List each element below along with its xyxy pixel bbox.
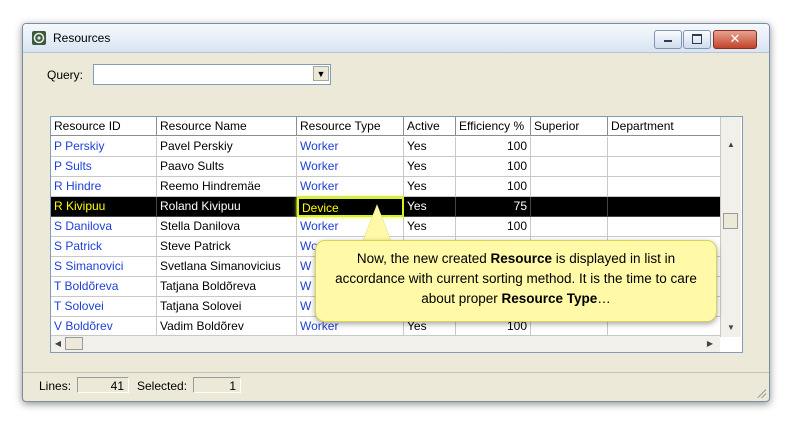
cell-efficiency[interactable]: 75 <box>456 197 531 217</box>
resources-window: Resources ✕ Query: ▼ Resource ID Resource… <box>22 23 770 402</box>
lines-count: 41 <box>77 377 129 393</box>
close-icon: ✕ <box>729 32 741 47</box>
table-row[interactable]: R Hindre Reemo Hindremäe Worker Yes 100 <box>51 177 721 197</box>
cell-resource-name[interactable]: Steve Patrick <box>157 237 297 257</box>
horizontal-scroll-thumb[interactable] <box>65 337 83 350</box>
table-row[interactable]: P Sults Paavo Sults Worker Yes 100 <box>51 157 721 177</box>
column-header-resource-type[interactable]: Resource Type <box>297 117 404 136</box>
column-header-superior[interactable]: Superior <box>531 117 608 136</box>
cell-resource-name[interactable]: Svetlana Simanovicius <box>157 257 297 277</box>
cell-active[interactable]: Yes <box>404 177 456 197</box>
scroll-up-icon[interactable]: ▲ <box>724 139 738 151</box>
resources-app-icon <box>32 31 46 45</box>
query-label: Query: <box>47 68 84 82</box>
horizontal-scrollbar[interactable]: ◀ ▶ <box>51 335 720 352</box>
cell-resource-id[interactable]: S Danilova <box>51 217 157 237</box>
cell-department[interactable] <box>608 197 721 217</box>
scroll-down-icon[interactable]: ▼ <box>724 322 738 334</box>
cell-superior[interactable] <box>531 177 608 197</box>
cell-resource-id[interactable]: R Kivipuu <box>51 197 157 217</box>
maximize-button[interactable] <box>683 30 711 49</box>
minimize-icon <box>664 40 672 42</box>
cell-superior[interactable] <box>531 157 608 177</box>
cell-department[interactable] <box>608 137 721 157</box>
cell-efficiency[interactable]: 100 <box>456 217 531 237</box>
cell-resource-id[interactable]: S Patrick <box>51 237 157 257</box>
cell-resource-id[interactable]: R Hindre <box>51 177 157 197</box>
cell-active[interactable]: Yes <box>404 157 456 177</box>
cell-resource-id[interactable]: P Sults <box>51 157 157 177</box>
cell-resource-name[interactable]: Reemo Hindremäe <box>157 177 297 197</box>
lines-label: Lines: <box>39 379 72 393</box>
table-row[interactable]: P Perskiy Pavel Perskiy Worker Yes 100 <box>51 137 721 157</box>
cell-resource-name[interactable]: Stella Danilova <box>157 217 297 237</box>
cell-resource-id[interactable]: T Solovei <box>51 297 157 317</box>
scroll-left-icon[interactable]: ◀ <box>51 338 65 350</box>
cell-resource-name[interactable]: Paavo Sults <box>157 157 297 177</box>
window-title: Resources <box>53 31 111 45</box>
minimize-button[interactable] <box>654 30 682 49</box>
status-bar: Lines: 41 Selected: 1 <box>23 372 769 401</box>
callout-bold-1: Resource <box>490 251 553 266</box>
cell-department[interactable] <box>608 157 721 177</box>
close-button[interactable]: ✕ <box>713 30 757 49</box>
cell-resource-id[interactable]: V Boldõrev <box>51 317 157 337</box>
cell-resource-type[interactable]: Worker <box>297 177 404 197</box>
maximize-icon <box>692 34 702 44</box>
vertical-scrollbar[interactable]: ▲ ▼ <box>720 117 741 337</box>
cell-efficiency[interactable]: 100 <box>456 157 531 177</box>
cell-resource-type[interactable]: Worker <box>297 157 404 177</box>
title-bar[interactable]: Resources ✕ <box>23 24 769 53</box>
resize-grip-icon[interactable] <box>756 388 766 398</box>
table-header: Resource ID Resource Name Resource Type Act… <box>51 117 742 137</box>
dropdown-arrow-icon[interactable]: ▼ <box>313 66 329 81</box>
cell-resource-name[interactable]: Tatjana Boldõreva <box>157 277 297 297</box>
selected-count: 1 <box>193 377 241 393</box>
cell-efficiency[interactable]: 100 <box>456 177 531 197</box>
column-header-department[interactable]: Department <box>608 117 721 136</box>
scroll-right-icon[interactable]: ▶ <box>703 338 717 350</box>
cell-resource-id[interactable]: P Perskiy <box>51 137 157 157</box>
column-header-active[interactable]: Active <box>404 117 456 136</box>
selected-label: Selected: <box>137 379 188 393</box>
column-header-resource-name[interactable]: Resource Name <box>157 117 297 136</box>
cell-resource-name[interactable]: Pavel Perskiy <box>157 137 297 157</box>
cell-department[interactable] <box>608 217 721 237</box>
cell-efficiency[interactable]: 100 <box>456 137 531 157</box>
cell-superior[interactable] <box>531 137 608 157</box>
tutorial-callout: Now, the new created Resource is display… <box>315 240 717 322</box>
query-dropdown[interactable]: ▼ <box>93 64 331 85</box>
cell-resource-name[interactable]: Vadim Boldõrev <box>157 317 297 337</box>
cell-resource-id[interactable]: T Boldõreva <box>51 277 157 297</box>
callout-bold-2: Resource Type <box>501 291 598 306</box>
cell-resource-name[interactable]: Tatjana Solovei <box>157 297 297 317</box>
column-header-efficiency[interactable]: Efficiency % <box>456 117 531 136</box>
cell-active[interactable]: Yes <box>404 217 456 237</box>
cell-resource-name[interactable]: Roland Kivipuu <box>157 197 297 217</box>
cell-active[interactable]: Yes <box>404 137 456 157</box>
cell-superior[interactable] <box>531 197 608 217</box>
column-header-resource-id[interactable]: Resource ID <box>51 117 157 136</box>
cell-superior[interactable] <box>531 217 608 237</box>
callout-pointer <box>363 205 391 241</box>
callout-text-1: Now, the new created <box>356 251 491 266</box>
cell-active[interactable]: Yes <box>404 197 456 217</box>
cell-resource-type[interactable]: Worker <box>297 137 404 157</box>
vertical-scroll-thumb[interactable] <box>723 213 738 229</box>
cell-resource-id[interactable]: S Simanovici <box>51 257 157 277</box>
cell-department[interactable] <box>608 177 721 197</box>
callout-text-3: … <box>597 291 611 306</box>
